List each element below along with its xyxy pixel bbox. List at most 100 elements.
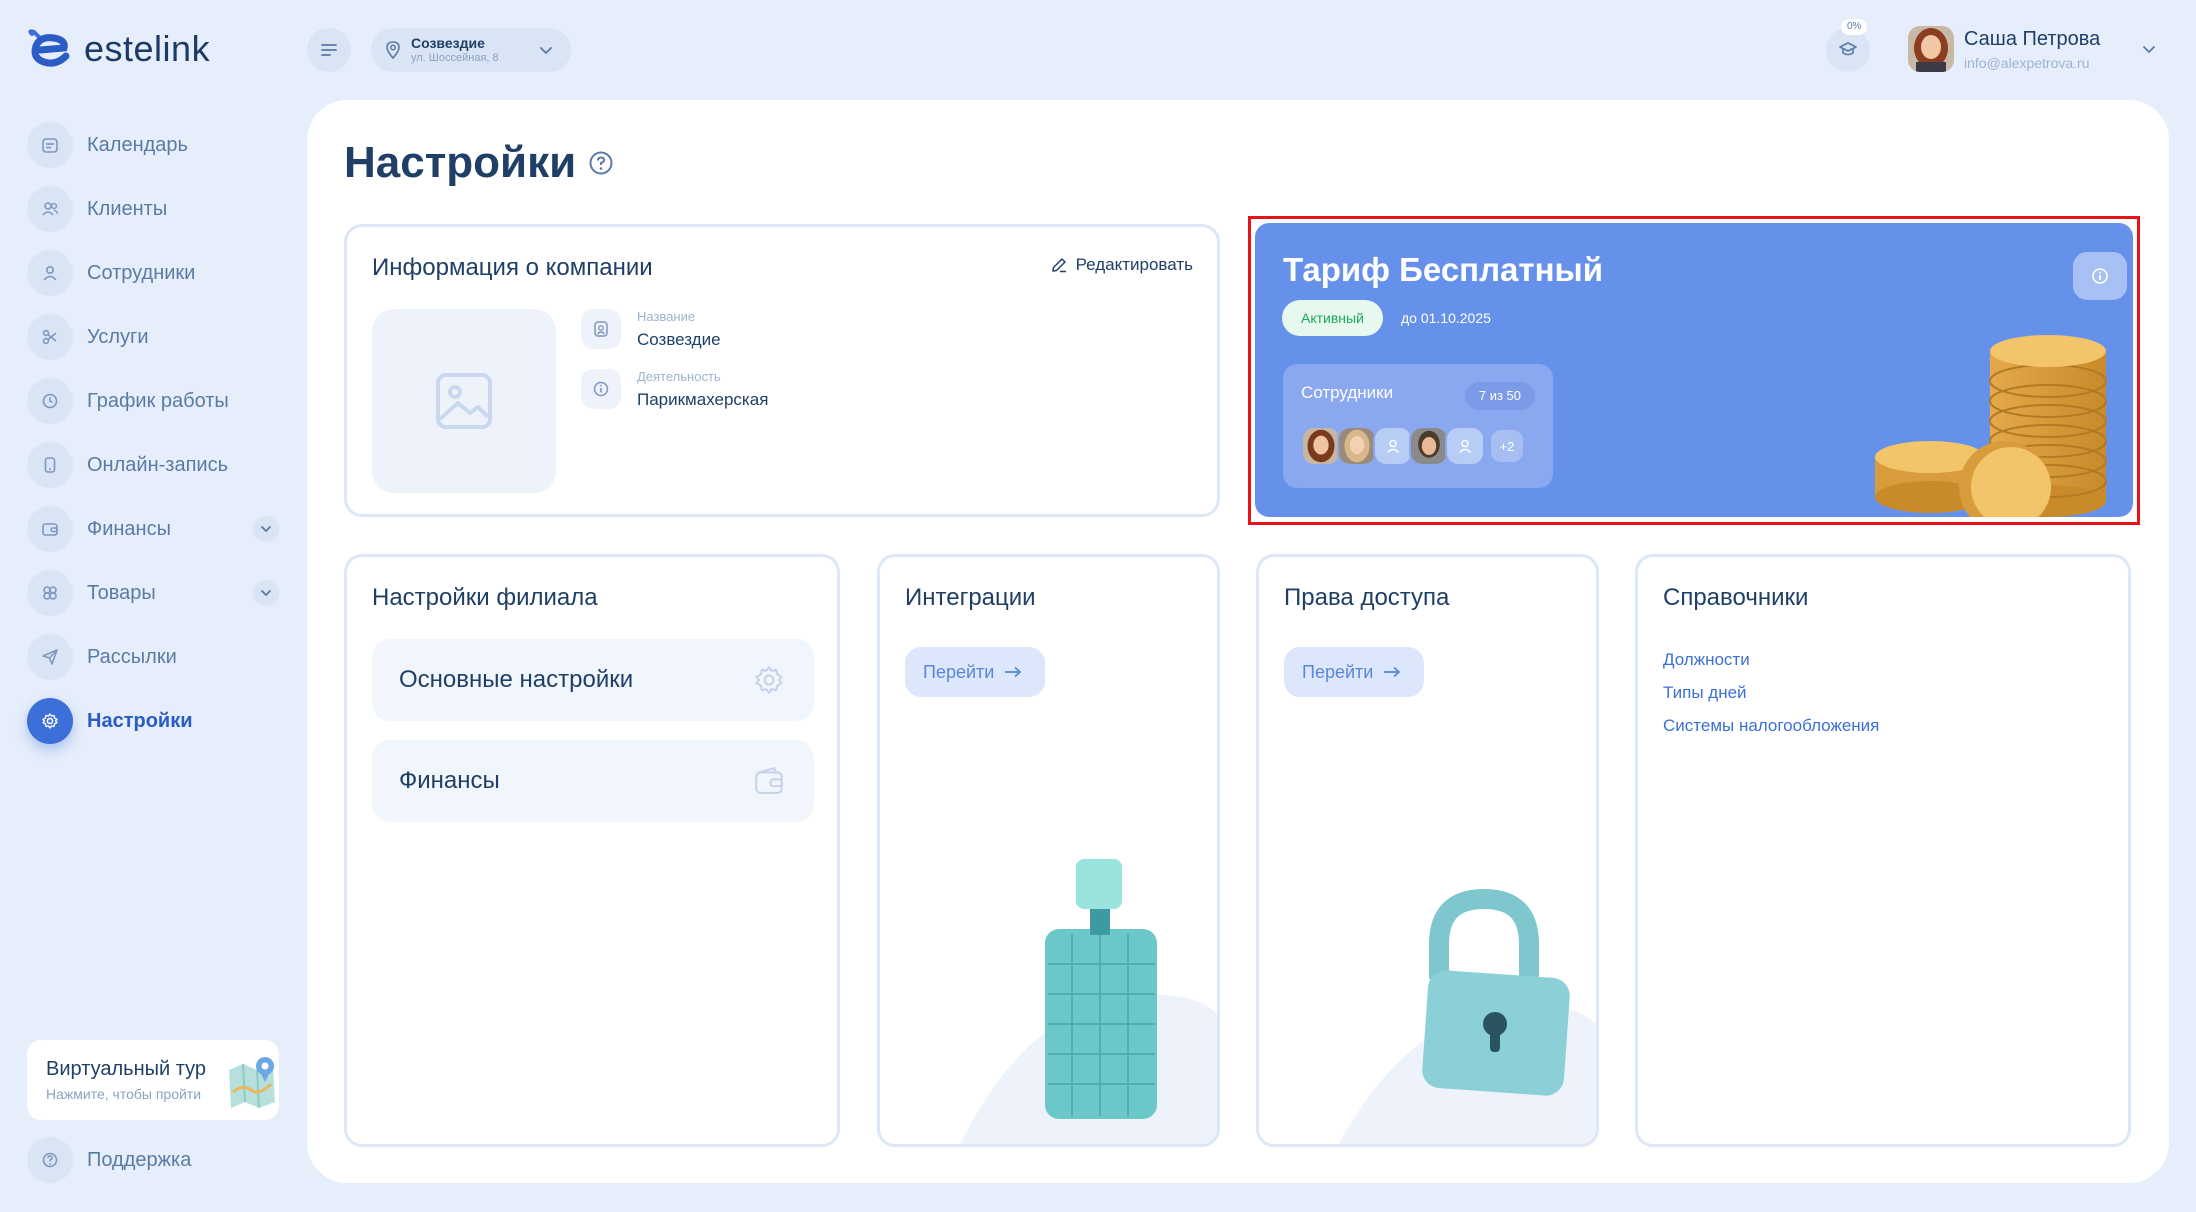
directories-list: Должности Типы дней Системы налогообложе… [1663,643,1879,742]
sidebar-item-label: Товары [87,581,156,604]
sidebar-item-online-booking[interactable]: Онлайн-запись [27,433,281,497]
tariff-expiry: до 01.10.2025 [1401,310,1491,326]
arrow-right-icon [1384,666,1401,678]
field-label: Деятельность [637,369,721,384]
logo[interactable]: estelink [26,28,210,70]
users-icon [27,186,73,232]
card-title: Информация о компании [372,254,653,281]
coins-illustration [1875,335,2107,517]
sidebar-item-staff[interactable]: Сотрудники [27,241,281,305]
sidebar-item-label: Настройки [87,709,193,732]
directory-link-positions[interactable]: Должности [1663,643,1879,676]
user-profile[interactable]: Саша Петрова info@alexpetrova.ru [1908,26,2100,72]
tile-label: Финансы [399,767,500,794]
sidebar-item-label: Финансы [87,517,171,540]
sidebar-item-schedule[interactable]: График работы [27,369,281,433]
avatar [1301,426,1341,466]
staff-usage-box: Сотрудники 7 из 50 +2 [1283,364,1553,488]
go-label: Перейти [1302,661,1374,682]
card-title: Права доступа [1284,584,1450,611]
sidebar-item-calendar[interactable]: Календарь [27,113,281,177]
image-icon [436,373,492,429]
arrow-right-icon [1005,666,1022,678]
access-rights-card: Права доступа Перейти [1256,554,1599,1147]
sidebar-item-label: Услуги [87,325,149,348]
gear-icon [27,698,73,744]
finance-settings-tile[interactable]: Финансы [372,740,814,822]
user-name: Саша Петрова [1964,27,2101,50]
directory-link-day-types[interactable]: Типы дней [1663,676,1879,709]
tariff-card[interactable]: Тариф Бесплатный Активный до 01.10.2025 … [1255,223,2133,517]
branch-selector[interactable]: Созвездие ул. Шоссейная, 8 [371,28,571,72]
access-go-button[interactable]: Перейти [1284,647,1424,697]
integrations-go-button[interactable]: Перейти [905,647,1045,697]
chevron-down-icon [540,47,552,55]
tile-label: Основные настройки [399,666,634,693]
branch-settings-card: Настройки филиала Основные настройки Фин… [344,554,840,1147]
sidebar-item-label: Клиенты [87,197,168,220]
help-icon[interactable] [588,150,614,176]
user-icon [27,250,73,296]
staff-count-badge: 7 из 50 [1464,382,1535,410]
cubes-illustration [960,859,1217,1144]
sidebar-item-finance[interactable]: Финансы [27,497,281,561]
user-placeholder-icon [1373,426,1413,466]
chevron-down-icon [2143,46,2155,54]
tariff-title: Тариф Бесплатный [1283,251,1603,288]
chevron-down-icon[interactable] [253,516,279,542]
user-email: info@alexpetrova.ru [1964,54,2090,71]
calendar-icon [27,122,73,168]
clock-icon [27,378,73,424]
field-value: Парикмахерская [637,390,769,409]
sidebar-item-mailings[interactable]: Рассылки [27,625,281,689]
sidebar-item-label: Календарь [87,133,188,156]
question-icon [27,1137,73,1183]
staff-avatars: +2 [1301,426,1523,466]
company-name-row: Название Созвездие [581,309,721,350]
field-value: Созвездие [637,330,721,349]
building-icon [581,309,621,349]
info-icon [581,369,621,409]
company-info-card: Информация о компании Редактировать Назв… [344,224,1220,517]
edit-button[interactable]: Редактировать [1050,255,1193,275]
info-icon [2092,268,2108,284]
sidebar-item-clients[interactable]: Клиенты [27,177,281,241]
user-placeholder-icon [1445,426,1485,466]
user-menu-button[interactable] [2134,34,2164,64]
lock-illustration [1339,888,1596,1144]
virtual-tour-card[interactable]: Виртуальный тур Нажмите, чтобы пройти [27,1040,279,1120]
branch-name: Созвездие [411,35,485,51]
sidebar-item-label: Сотрудники [87,261,196,284]
phone-icon [27,442,73,488]
support-link[interactable]: Поддержка [27,1137,191,1183]
map-icon [229,1057,275,1108]
more-staff-count[interactable]: +2 [1491,430,1523,462]
sidebar-item-services[interactable]: Услуги [27,305,281,369]
menu-icon [321,44,337,56]
sidebar-item-settings[interactable]: Настройки [27,689,281,753]
company-activity-row: Деятельность Парикмахерская [581,369,768,410]
avatar [1908,26,1954,72]
sidebar-item-products[interactable]: Товары [27,561,281,625]
progress-badge: 0% [1841,19,1868,35]
card-title: Настройки филиала [372,584,598,611]
menu-toggle-button[interactable] [307,28,351,72]
page-title-text: Настройки [344,138,577,187]
tariff-info-button[interactable] [2073,252,2127,300]
directory-link-tax-systems[interactable]: Системы налогообложения [1663,709,1879,742]
main-settings-tile[interactable]: Основные настройки [372,639,814,721]
logo-mark-icon [28,29,70,67]
products-icon [27,570,73,616]
edit-label: Редактировать [1075,255,1193,274]
location-icon [386,41,400,60]
chevron-down-icon[interactable] [253,580,279,606]
support-label: Поддержка [87,1148,192,1171]
company-logo-placeholder[interactable] [372,309,556,493]
sidebar-item-label: Онлайн-запись [87,453,228,476]
wallet-icon [755,767,783,794]
graduation-cap-icon [1839,42,1857,56]
send-icon [27,634,73,680]
directories-card: Справочники Должности Типы дней Системы … [1635,554,2131,1147]
branch-address: ул. Шоссейная, 8 [411,52,499,64]
staff-label: Сотрудники [1301,383,1394,402]
